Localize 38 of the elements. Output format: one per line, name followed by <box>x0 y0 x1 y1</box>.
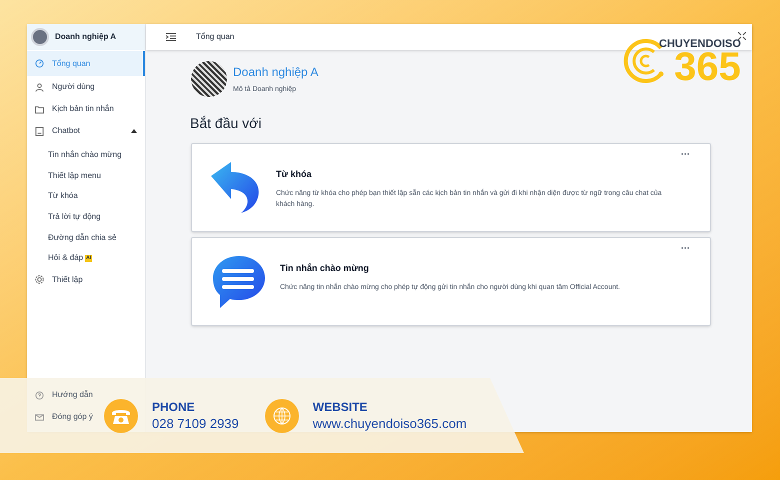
account-name: Doanh nghiệp A <box>55 31 116 43</box>
nav-item[interactable]: Hướng dẫn <box>27 384 97 406</box>
nav-subitem[interactable]: Thiết lập menu <box>27 166 145 186</box>
nav-item[interactable]: Thiết lập <box>27 268 145 291</box>
logo-number: 365 <box>674 50 741 84</box>
nav-item[interactable]: Người dùng <box>27 76 145 98</box>
account-avatar <box>31 28 49 46</box>
nav-item[interactable]: Đóng góp ý <box>27 406 97 428</box>
more-button[interactable]: ··· <box>681 244 690 253</box>
nav-subitem[interactable]: Tin nhắn chào mừng <box>27 145 145 166</box>
section-title: Bắt đầu với <box>190 114 262 133</box>
business-name: Doanh nghiệp A <box>233 64 318 81</box>
card-title: Tin nhắn chào mừng <box>280 262 370 275</box>
nav-item[interactable]: Kịch bản tin nhắn <box>27 98 145 120</box>
page-title: Tổng quan <box>196 31 234 43</box>
logo-brand: CHUYENDOISO <box>659 38 741 50</box>
menu-icon[interactable] <box>166 33 176 41</box>
chevron-up-icon <box>131 129 137 133</box>
nav-subitem[interactable]: Đường dẫn chia sẻ <box>27 227 145 248</box>
nav-item[interactable]: Chatbot <box>27 120 145 142</box>
help-icon <box>35 390 44 400</box>
globe-icon <box>264 399 299 433</box>
contact-label: WEBSITE <box>312 399 368 415</box>
website-link[interactable]: www.chuyendoiso365.com <box>312 415 467 433</box>
contact-label: PHONE <box>152 399 196 415</box>
card-title: Từ khóa <box>276 168 313 181</box>
mail-icon <box>35 412 44 422</box>
user-icon <box>35 82 44 92</box>
nav-subitem[interactable]: Từ khóa <box>27 186 145 207</box>
dashboard-icon <box>35 59 44 68</box>
telephone-icon <box>104 399 138 433</box>
fullscreen-icon[interactable] <box>738 32 746 40</box>
folder-icon <box>35 104 44 114</box>
phone-number: 028 7109 2939 <box>152 415 239 433</box>
chat-bubble-icon <box>211 254 267 310</box>
gear-icon <box>35 275 44 284</box>
nav-subitem[interactable]: Trả lời tự động <box>27 206 145 228</box>
more-button[interactable]: ··· <box>681 150 690 159</box>
